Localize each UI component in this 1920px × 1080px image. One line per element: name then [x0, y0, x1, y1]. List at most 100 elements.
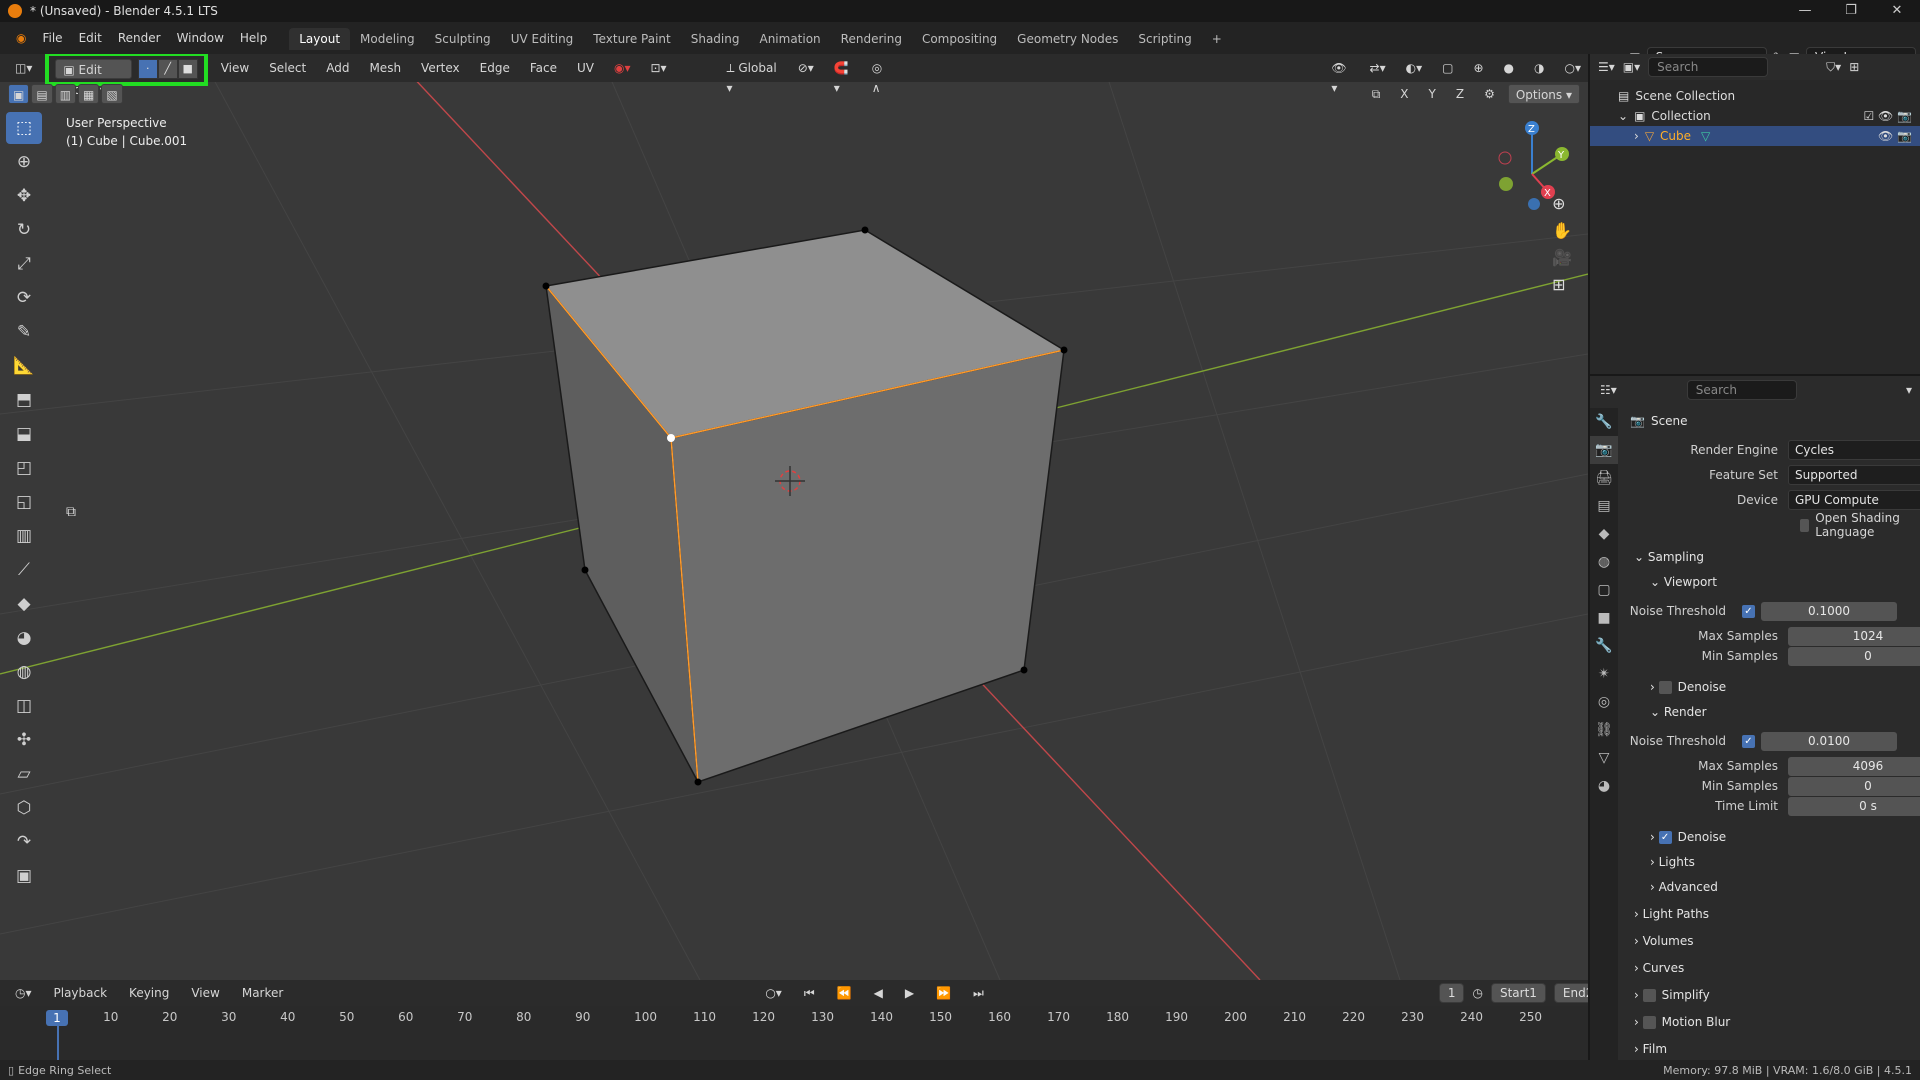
snap-icon[interactable]: 🧲▾ [827, 58, 859, 95]
properties-options-icon[interactable]: ▾ [1906, 383, 1912, 397]
r-noise-field[interactable]: 0.0100 [1761, 731, 1897, 751]
outliner-row-collection[interactable]: ⌄ ▣ Collection ☑ 👁 📷 [1590, 106, 1920, 126]
poly-build-tool-icon[interactable]: ◆ [6, 588, 42, 620]
menu-render[interactable]: Render [110, 31, 169, 45]
move-tool-icon[interactable]: ✥ [6, 180, 42, 212]
tab-rendering[interactable]: Rendering [831, 28, 912, 50]
menu-edge[interactable]: Edge [473, 58, 517, 78]
bevel-tool-icon[interactable]: ◱ [6, 486, 42, 518]
attribute-tool-icon[interactable]: ▣ [6, 860, 42, 892]
current-frame-field[interactable]: 1 [1438, 983, 1465, 1003]
menu-marker[interactable]: Marker [235, 983, 290, 1003]
r-min-samples-field[interactable]: 0 [1788, 776, 1920, 796]
tab-uv-editing[interactable]: UV Editing [501, 28, 584, 50]
spin-tool-icon[interactable]: ◕ [6, 622, 42, 654]
add-cube-tool-icon[interactable]: ⬒ [6, 384, 42, 416]
xray-icon[interactable]: ▢ [1435, 58, 1460, 78]
menu-face[interactable]: Face [523, 58, 564, 78]
mirror-x[interactable]: X [1393, 84, 1415, 104]
object-tab-icon[interactable]: ■ [1590, 604, 1618, 632]
tab-modeling[interactable]: Modeling [350, 28, 425, 50]
r-denoise-checkbox[interactable]: ✓ [1658, 830, 1672, 844]
vp-denoise-header[interactable]: › Denoise [1650, 676, 1726, 698]
menu-playback[interactable]: Playback [47, 983, 115, 1003]
menu-view[interactable]: View [214, 58, 256, 78]
light-paths-panel-header[interactable]: › Light Paths [1634, 903, 1709, 925]
camera-icon[interactable]: 🎥 [1552, 248, 1572, 267]
data-tab-icon[interactable]: ▽ [1590, 744, 1618, 772]
tab-sculpting[interactable]: Sculpting [425, 28, 501, 50]
menu-help[interactable]: Help [232, 31, 275, 45]
select-box-tool-icon[interactable]: ⬚ [6, 112, 42, 144]
collection-tab-icon[interactable]: ▢ [1590, 576, 1618, 604]
vp-denoise-checkbox[interactable] [1658, 680, 1672, 694]
pan-hand-icon[interactable]: ✋ [1552, 221, 1572, 240]
menu-file[interactable]: File [34, 31, 70, 45]
overlays-icon[interactable]: ◐▾ [1399, 58, 1430, 78]
viewport-subpanel-header[interactable]: ⌄ Viewport [1650, 571, 1717, 593]
new-collection-icon[interactable]: ⊞ [1849, 60, 1859, 74]
select-extend-icon[interactable]: ▤ [31, 84, 53, 104]
edge-select-icon[interactable]: ╱ [157, 59, 178, 79]
shrink-fatten-tool-icon[interactable]: ✣ [6, 724, 42, 756]
volumes-panel-header[interactable]: › Volumes [1634, 930, 1694, 952]
gizmo-toggle-icon[interactable]: ⇄▾ [1363, 58, 1393, 78]
mesh-options-icon[interactable]: ⚙ [1477, 84, 1502, 104]
scene-tab-icon[interactable]: ◆ [1590, 520, 1618, 548]
vp-noise-checkbox[interactable]: ✓ [1742, 604, 1755, 618]
measure-tool-icon[interactable]: 📐 [6, 350, 42, 382]
outliner-editor-icon[interactable]: ☰▾ [1598, 60, 1615, 74]
jump-start-icon[interactable]: ⏮ [797, 983, 822, 1003]
menu-mesh[interactable]: Mesh [362, 58, 408, 78]
add-workspace-button[interactable]: + [1202, 28, 1232, 50]
timeline-editor-icon[interactable]: ◷▾ [8, 983, 39, 1003]
select-subtract-icon[interactable]: ▥ [54, 84, 77, 104]
collection-visibility-icon[interactable]: ☑ 👁 📷 [1863, 109, 1912, 123]
osl-checkbox-row[interactable]: Open Shading Language [1800, 511, 1920, 539]
simplify-checkbox[interactable] [1642, 988, 1656, 1002]
tab-texture-paint[interactable]: Texture Paint [583, 28, 680, 50]
world-tab-icon[interactable]: ◍ [1590, 548, 1618, 576]
osl-checkbox[interactable] [1800, 518, 1810, 532]
mirror-icon[interactable]: ⧉ [1365, 84, 1388, 104]
material-tab-icon[interactable]: ◕ [1590, 772, 1618, 800]
sampling-panel-header[interactable]: ⌄ Sampling [1634, 546, 1704, 568]
tab-scripting[interactable]: Scripting [1128, 28, 1201, 50]
mirror-y[interactable]: Y [1422, 84, 1443, 104]
maximize-button[interactable]: ❐ [1828, 0, 1874, 22]
pivot-icon[interactable]: ⊘▾ [791, 58, 821, 78]
3d-viewport[interactable]: Z Y X ◫▾ ▣ Edit Mode ▾ · ╱ ■ View Select… [0, 54, 1588, 980]
advanced-subpanel-header[interactable]: › Advanced [1650, 876, 1718, 898]
playhead-frame[interactable]: 1 [46, 1010, 68, 1026]
menu-window[interactable]: Window [169, 31, 232, 45]
menu-add[interactable]: Add [319, 58, 356, 78]
loop-cut-tool-icon[interactable]: ▥ [6, 520, 42, 552]
lights-subpanel-header[interactable]: › Lights [1650, 851, 1695, 873]
view-layer-tab-icon[interactable]: ▤ [1590, 492, 1618, 520]
preview-range-icon[interactable]: ◷ [1472, 986, 1482, 1000]
options-dropdown[interactable]: Options ▾ [1507, 84, 1580, 104]
outliner-row-cube[interactable]: › ▽ Cube ▽ 👁 📷 [1590, 126, 1920, 146]
shape-tool-icon[interactable]: ↷ [6, 826, 42, 858]
vertex-select-icon[interactable]: · [137, 59, 158, 79]
menu-keying[interactable]: Keying [122, 983, 176, 1003]
mode-dropdown[interactable]: ▣ Edit Mode ▾ [55, 59, 132, 97]
editor-type-icon[interactable]: ◫▾ [8, 58, 39, 78]
menu-select[interactable]: Select [262, 58, 313, 78]
vp-noise-field[interactable]: 0.1000 [1761, 601, 1897, 621]
annotate-tool-icon[interactable]: ✎ [6, 316, 42, 348]
curves-panel-header[interactable]: › Curves [1634, 957, 1684, 979]
tab-shading[interactable]: Shading [681, 28, 750, 50]
expand-icon[interactable]: › [1634, 129, 1639, 143]
viewport-canvas[interactable]: Z Y X [0, 54, 1588, 980]
rotate-tool-icon[interactable]: ↻ [6, 214, 42, 246]
menu-uv[interactable]: UV [570, 58, 601, 78]
zoom-icon[interactable]: ⊕ [1552, 194, 1572, 213]
select-new-icon[interactable]: ▣ [8, 84, 30, 104]
auto-keying-icon[interactable]: ○▾ [758, 983, 789, 1003]
knife-tool-icon[interactable]: ⟋ [6, 554, 42, 586]
filter-icon[interactable]: ⛉▾ [1826, 60, 1841, 75]
scale-tool-icon[interactable]: ⤢ [6, 248, 42, 280]
film-panel-header[interactable]: › Film [1634, 1038, 1667, 1060]
menu-timeline-view[interactable]: View [184, 983, 226, 1003]
